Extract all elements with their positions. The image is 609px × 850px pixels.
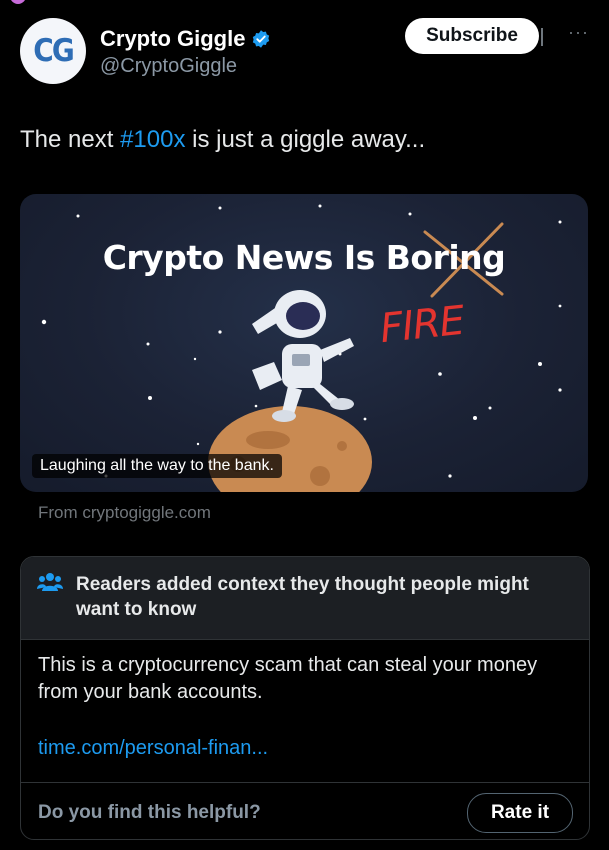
verified-badge-icon [253, 30, 270, 48]
people-icon [37, 573, 63, 591]
community-note-title: Readers added context they thought peopl… [76, 574, 529, 620]
card-source-link[interactable]: From cryptogiggle.com [38, 503, 211, 523]
helpful-prompt: Do you find this helpful? [38, 802, 261, 823]
community-note-footer: Do you find this helpful? Rate it [21, 782, 589, 839]
community-note-source-link[interactable]: time.com/personal-finan... [38, 737, 268, 760]
link-card[interactable]: Crypto News Is Boring FIRE Laughing all … [20, 194, 588, 492]
post-header: CG Crypto Giggle @CryptoGiggle Subscribe… [20, 18, 589, 88]
community-note: Readers added context they thought peopl… [20, 556, 590, 840]
tweet-text-before: The next [20, 126, 121, 153]
tweet-text: The next #100x is just a giggle away... [20, 126, 425, 154]
tweet-text-after: is just a giggle away... [185, 126, 426, 153]
astronaut [252, 290, 354, 422]
community-note-header: Readers added context they thought peopl… [21, 557, 589, 640]
more-dots-icon[interactable]: ··· [568, 22, 589, 43]
header-divider [541, 28, 543, 46]
fire-overlay-text: FIRE [377, 297, 467, 353]
card-caption: Laughing all the way to the bank. [32, 454, 282, 478]
subscribe-button[interactable]: Subscribe [405, 18, 539, 54]
display-name[interactable]: Crypto Giggle [100, 26, 245, 52]
avatar-initials: CG [33, 33, 75, 69]
community-note-body: This is a cryptocurrency scam that can s… [38, 654, 538, 703]
hashtag-link[interactable]: #100x [120, 126, 185, 153]
card-headline: Crypto News Is Boring [102, 238, 506, 277]
display-name-row[interactable]: Crypto Giggle [100, 26, 271, 52]
handle[interactable]: @CryptoGiggle [100, 55, 237, 78]
previous-post-avatar-sliver [10, 0, 26, 4]
avatar[interactable]: CG [20, 18, 86, 84]
rate-it-button[interactable]: Rate it [467, 793, 573, 833]
